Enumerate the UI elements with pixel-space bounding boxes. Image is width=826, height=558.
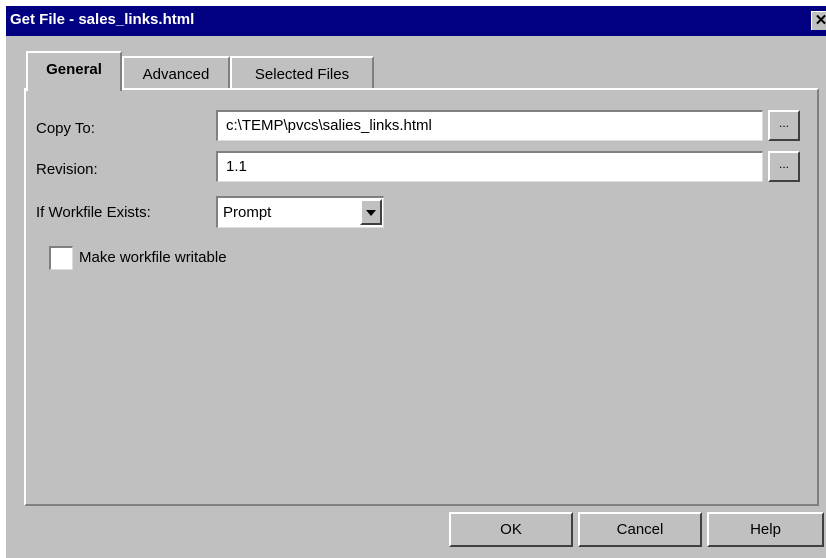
chevron-down-icon bbox=[366, 210, 376, 216]
make-writable-label[interactable]: Make workfile writable bbox=[79, 249, 227, 266]
window-title: Get File - sales_links.html bbox=[10, 11, 195, 28]
copy-to-field[interactable]: c:\TEMP\pvcs\salies_links.html bbox=[216, 110, 763, 141]
close-button[interactable]: ✕ bbox=[811, 11, 826, 30]
tab-selected-files-label: Selected Files bbox=[254, 66, 350, 83]
get-file-dialog: Get File - sales_links.html ✕ General Ad… bbox=[6, 6, 826, 558]
tab-advanced[interactable]: Advanced bbox=[122, 56, 230, 89]
cancel-button[interactable]: Cancel bbox=[578, 512, 702, 547]
tab-general-label: General bbox=[46, 61, 102, 78]
copy-to-browse-button[interactable]: ... bbox=[768, 110, 800, 141]
ok-button[interactable]: OK bbox=[449, 512, 573, 547]
revision-field[interactable]: 1.1 bbox=[216, 151, 763, 182]
make-writable-checkbox[interactable] bbox=[49, 246, 73, 270]
copy-to-label: Copy To: bbox=[36, 120, 95, 137]
help-button[interactable]: Help bbox=[707, 512, 824, 547]
if-workfile-exists-label: If Workfile Exists: bbox=[36, 204, 151, 221]
revision-label: Revision: bbox=[36, 161, 98, 178]
tab-advanced-label: Advanced bbox=[142, 66, 210, 83]
dropdown-button[interactable] bbox=[360, 199, 382, 225]
if-workfile-exists-select[interactable]: Prompt bbox=[216, 196, 384, 228]
tab-selected-files[interactable]: Selected Files bbox=[230, 56, 374, 89]
title-bar: Get File - sales_links.html bbox=[6, 6, 826, 36]
revision-browse-button[interactable]: ... bbox=[768, 151, 800, 182]
tab-general[interactable]: General bbox=[26, 51, 122, 91]
close-icon: ✕ bbox=[814, 12, 826, 29]
if-workfile-exists-value: Prompt bbox=[223, 204, 272, 221]
